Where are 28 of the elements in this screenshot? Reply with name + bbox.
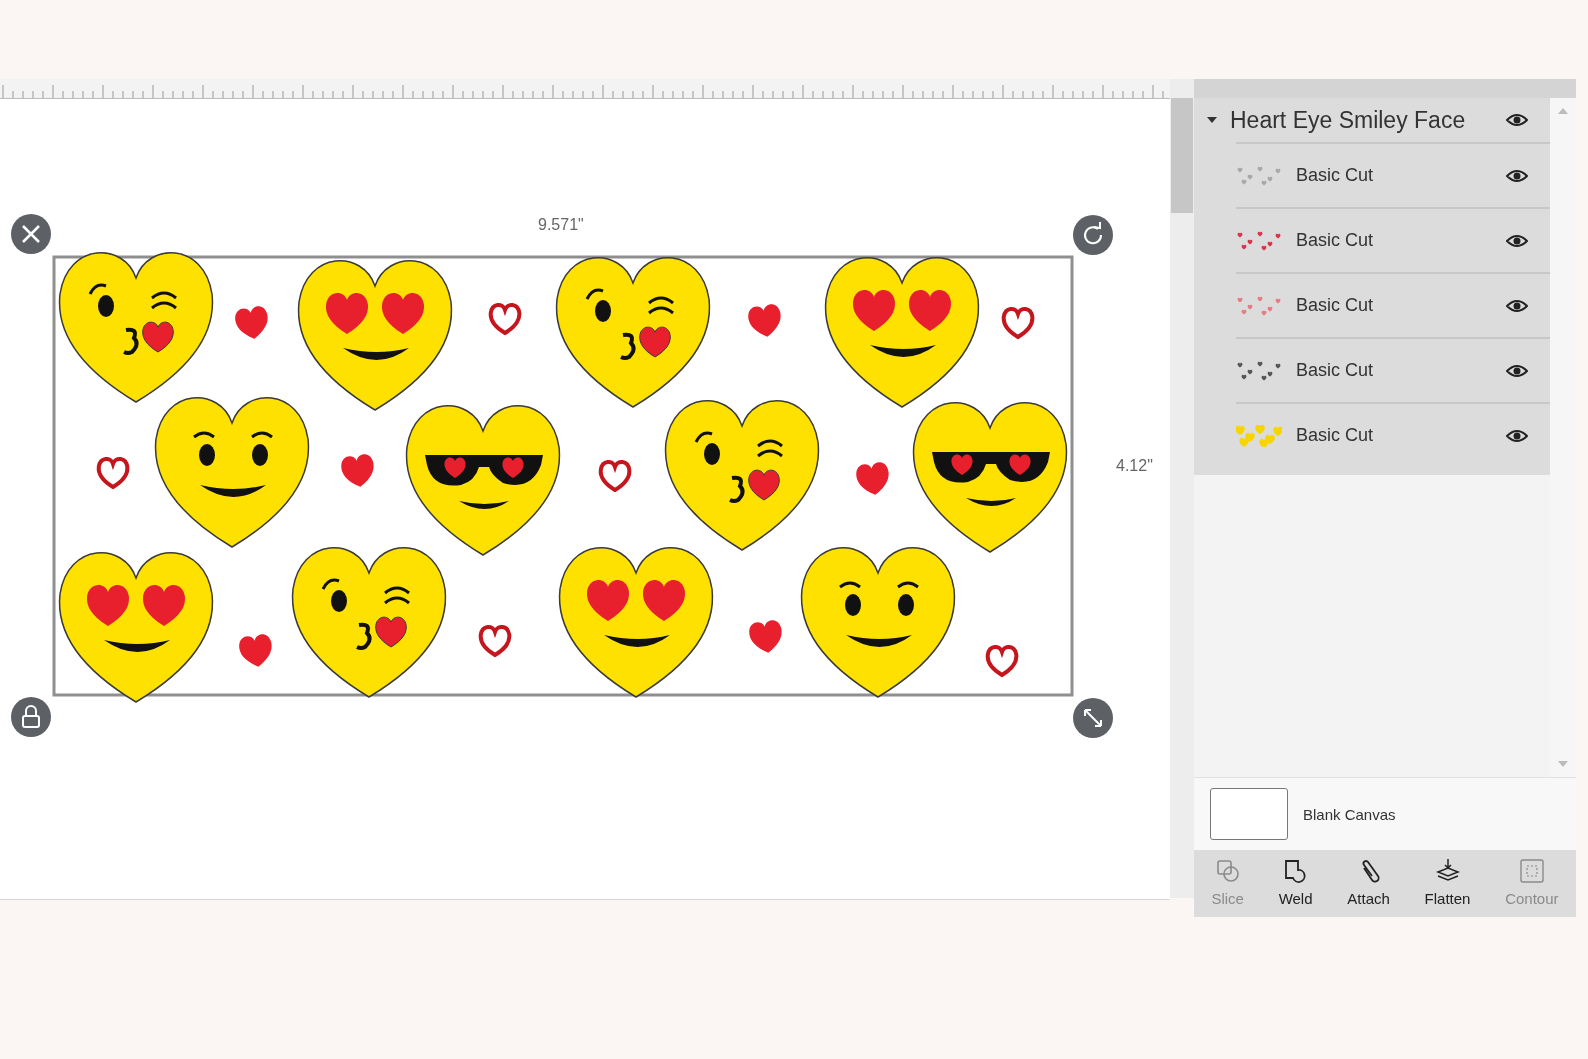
visibility-icon[interactable] [1506,298,1528,313]
toolbar-button[interactable]: Weld [1274,850,1317,917]
layer-name[interactable]: Basic Cut [1296,295,1506,316]
visibility-icon[interactable] [1506,363,1528,378]
blank-canvas-label: Blank Canvas [1303,805,1396,823]
toolbar-button[interactable]: Attach [1343,850,1394,917]
visibility-icon[interactable] [1506,168,1528,183]
width-dimension: 9.571" [538,216,584,234]
rotate-icon[interactable] [1073,215,1113,255]
layer-name[interactable]: Basic Cut [1296,230,1506,251]
height-dimension: 4.12" [1116,457,1153,475]
canvas-swatch[interactable] [1210,788,1288,840]
overlapping-shapes-icon [1214,858,1241,884]
visibility-icon[interactable] [1506,233,1528,248]
visibility-icon[interactable] [1506,428,1528,443]
scrollbar[interactable] [1170,79,1194,898]
visibility-icon[interactable] [1506,113,1528,127]
close-icon[interactable] [11,214,51,254]
layer-name[interactable]: Basic Cut [1296,165,1506,186]
resize-icon[interactable] [1073,698,1113,738]
scrollbar-thumb[interactable] [1171,98,1193,213]
lock-icon[interactable] [11,697,51,737]
toolbar-button[interactable]: Flatten [1420,850,1475,917]
layer-name[interactable]: Basic Cut [1296,425,1506,446]
layer-group-name[interactable]: Heart Eye Smiley Face [1230,106,1506,134]
layer-name[interactable]: Basic Cut [1296,360,1506,381]
layers-icon [1434,858,1461,884]
dashed-square-icon [1518,858,1545,884]
